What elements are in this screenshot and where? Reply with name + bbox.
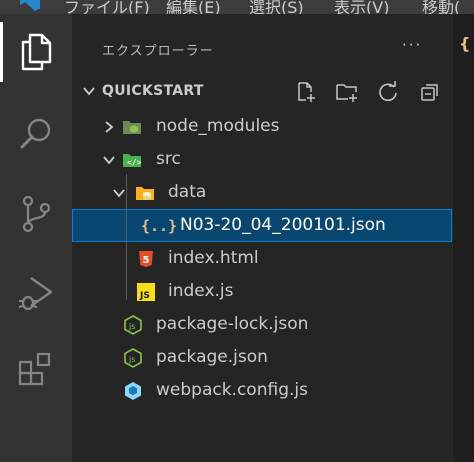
- tree-item-label: index.js: [168, 281, 234, 301]
- more-actions-button[interactable]: ···: [402, 36, 422, 54]
- tree-item-data[interactable]: data: [72, 176, 452, 209]
- tree-item-node-modules[interactable]: node_modules: [72, 110, 452, 143]
- section-header-quickstart[interactable]: QUICKSTART: [72, 76, 452, 106]
- collapse-all-button[interactable]: [418, 80, 442, 104]
- refresh-icon: [379, 81, 397, 102]
- tree-item-label: src: [156, 149, 181, 169]
- nodejs-icon: js: [123, 348, 143, 368]
- editor-tab-json-icon[interactable]: {: [459, 34, 470, 53]
- svg-text:</>: </>: [127, 158, 142, 167]
- chevron-down-icon: [103, 156, 115, 165]
- tree-item-label: data: [168, 182, 207, 202]
- tree-item-label: package-lock.json: [156, 314, 309, 334]
- tree-item-package-json[interactable]: js package.json: [72, 341, 452, 374]
- webpack-icon: [123, 382, 143, 400]
- menu-edit[interactable]: 編集(E): [166, 0, 221, 14]
- data-folder-icon: [135, 184, 155, 202]
- menu-file[interactable]: ファイル(F): [64, 0, 150, 14]
- html5-icon: 5: [136, 250, 156, 268]
- nodejs-icon: js: [123, 315, 143, 335]
- tree-item-index-html[interactable]: 5 index.html: [72, 242, 452, 275]
- tree-item-webpack-config[interactable]: webpack.config.js: [72, 374, 452, 407]
- activity-bar: [0, 14, 72, 462]
- chevron-right-icon: [105, 121, 114, 133]
- node-modules-folder-icon: [122, 118, 142, 136]
- activity-search[interactable]: [0, 104, 72, 164]
- activity-extensions[interactable]: [0, 339, 72, 399]
- menu-bar: ファイル(F) 編集(E) 選択(S) 表示(V) 移動(: [0, 0, 474, 14]
- explorer-title: エクスプローラー: [102, 44, 214, 59]
- svg-text:js: js: [128, 355, 135, 364]
- tree-item-index-js[interactable]: JS index.js: [72, 275, 452, 308]
- indent-guide: [126, 209, 127, 242]
- editor-area: {: [452, 14, 474, 462]
- tree-item-json-file[interactable]: {..} N03-20_04_200101.json: [72, 209, 452, 242]
- extensions-icon: [18, 352, 51, 386]
- new-folder-icon: [336, 84, 357, 102]
- menu-selection[interactable]: 選択(S): [249, 0, 304, 14]
- tree-item-package-lock-json[interactable]: js package-lock.json: [72, 308, 452, 341]
- files-icon: [21, 33, 52, 71]
- tree-item-label: webpack.config.js: [156, 380, 308, 400]
- activity-explorer[interactable]: [0, 22, 72, 82]
- refresh-button[interactable]: [376, 80, 400, 104]
- tree-item-label: N03-20_04_200101.json: [180, 215, 386, 235]
- new-file-icon: [298, 82, 315, 102]
- source-control-icon: [22, 195, 51, 233]
- new-folder-button[interactable]: [335, 80, 359, 104]
- search-icon: [20, 118, 51, 149]
- menu-view[interactable]: 表示(V): [334, 0, 389, 14]
- section-title: QUICKSTART: [102, 83, 204, 99]
- svg-text:js: js: [128, 322, 135, 331]
- chevron-down-icon: [113, 189, 125, 198]
- svg-text:5: 5: [143, 255, 150, 266]
- vscode-logo-icon: [20, 0, 40, 11]
- json-file-icon: {..}: [140, 217, 178, 235]
- explorer-sidebar: エクスプローラー ··· QUICKSTART node_modules </>…: [72, 14, 452, 462]
- activity-run-debug[interactable]: [0, 264, 72, 324]
- menu-go[interactable]: 移動(: [422, 0, 460, 14]
- js-file-icon: JS: [136, 283, 156, 301]
- tree-item-label: index.html: [168, 248, 259, 268]
- tree-item-label: package.json: [156, 347, 268, 367]
- run-debug-icon: [18, 277, 53, 311]
- activity-source-control[interactable]: [0, 184, 72, 244]
- new-file-button[interactable]: [294, 80, 318, 104]
- tree-item-src[interactable]: </> src: [72, 143, 452, 176]
- collapse-all-icon: [421, 84, 438, 101]
- svg-text:JS: JS: [139, 291, 150, 301]
- tree-item-label: node_modules: [156, 116, 280, 136]
- src-folder-icon: </>: [122, 151, 142, 169]
- chevron-down-icon: [83, 87, 95, 96]
